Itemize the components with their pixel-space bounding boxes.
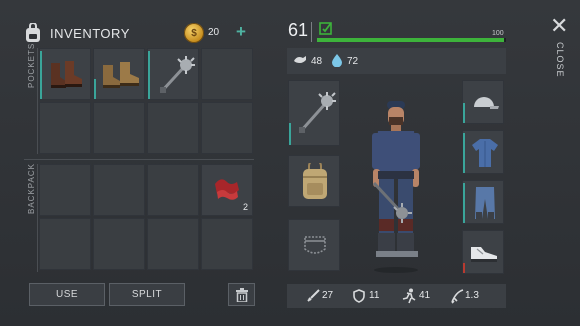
backpack-slot-7[interactable]: [147, 218, 199, 270]
xp-bar-fill: [317, 38, 505, 42]
character-model: [372, 101, 420, 273]
split-button[interactable]: SPLIT: [109, 283, 185, 306]
cap-icon: [474, 97, 499, 109]
backpack-icon: [26, 23, 40, 42]
pocket-slot-6[interactable]: [93, 102, 145, 154]
sword-icon: [307, 289, 320, 302]
pants-icon: [475, 187, 495, 219]
item-quantity: 2: [242, 202, 248, 212]
brown-boots-icon: [51, 61, 82, 88]
pockets-divider: [37, 48, 38, 154]
xp-max: 100: [492, 30, 504, 37]
water-value: 72: [347, 56, 359, 67]
vitals-panel: 48 72: [287, 48, 506, 74]
head-slot[interactable]: [462, 80, 504, 124]
sneakers-icon: [471, 247, 497, 262]
backpack-slot-2[interactable]: [93, 164, 145, 216]
durability-bar: [148, 51, 150, 99]
pocket-slot-3[interactable]: [147, 48, 199, 100]
spiked-mace-icon: [299, 92, 336, 133]
inventory-header: INVENTORY: [24, 22, 130, 44]
slash-icon: [451, 289, 464, 304]
multiplier-value: 1.3: [465, 290, 479, 301]
food-icon: [294, 56, 306, 63]
pocket-slot-2[interactable]: [93, 48, 145, 100]
inventory-title: INVENTORY: [50, 25, 130, 41]
pocket-slot-8[interactable]: [201, 102, 253, 154]
coin-icon: $: [184, 23, 204, 43]
stats-bar: 27 11 41 1.3: [287, 284, 506, 308]
backpack-slot-8[interactable]: [201, 218, 253, 270]
backpack-slot-5[interactable]: [39, 218, 91, 270]
pocket-slot-5[interactable]: [39, 102, 91, 154]
add-coins-button[interactable]: +: [236, 22, 246, 42]
pocket-slot-7[interactable]: [147, 102, 199, 154]
level-separator: [311, 22, 312, 42]
durability-bar: [463, 103, 465, 123]
water-icon: [332, 54, 342, 67]
tan-boots-icon: [103, 62, 139, 88]
speed-value: 41: [419, 290, 431, 301]
durability-bar: [463, 263, 465, 273]
legs-slot[interactable]: [462, 180, 504, 224]
backpack-icon: [303, 163, 327, 199]
shirt-icon: [472, 139, 498, 167]
durability-bar: [463, 183, 465, 223]
backpack-label: BACKPACK: [27, 163, 36, 214]
xp-icon: [319, 22, 332, 35]
xp-bar: [317, 38, 506, 42]
backpack-slot-1[interactable]: [39, 164, 91, 216]
feet-slot[interactable]: [462, 230, 504, 274]
armor-value: 11: [369, 290, 380, 301]
attack-value: 27: [322, 290, 334, 301]
backpack-slot-6[interactable]: [93, 218, 145, 270]
pocket-slot-4[interactable]: [201, 48, 253, 100]
durability-bar: [463, 133, 465, 173]
close-icon[interactable]: ✕: [550, 15, 568, 37]
backpack-slot-4[interactable]: 2: [201, 164, 253, 216]
pocket-slot-1[interactable]: [39, 48, 91, 100]
durability-bar: [94, 79, 96, 99]
weapon-slot[interactable]: [288, 80, 340, 146]
pocket-equip-slot[interactable]: [288, 219, 340, 271]
backpack-slot-3[interactable]: [147, 164, 199, 216]
backpack-equip-slot[interactable]: [288, 155, 340, 207]
coin-count: 20: [208, 27, 220, 38]
trash-button[interactable]: [228, 283, 255, 306]
section-divider: [24, 159, 254, 160]
durability-bar: [40, 51, 42, 99]
trash-icon: [235, 287, 248, 302]
running-icon: [402, 288, 416, 304]
pockets-label: POCKETS: [27, 42, 36, 88]
red-cloth-icon: [215, 179, 239, 200]
torso-slot[interactable]: [462, 130, 504, 174]
backpack-divider: [37, 164, 38, 272]
durability-bar: [289, 123, 291, 145]
close-label[interactable]: CLOSE: [555, 42, 565, 78]
player-level: 61: [288, 20, 309, 40]
use-button[interactable]: USE: [29, 283, 105, 306]
pocket-icon: [304, 236, 326, 254]
spiked-mace-icon: [160, 56, 195, 93]
food-value: 48: [311, 56, 323, 67]
shield-icon: [353, 289, 365, 303]
